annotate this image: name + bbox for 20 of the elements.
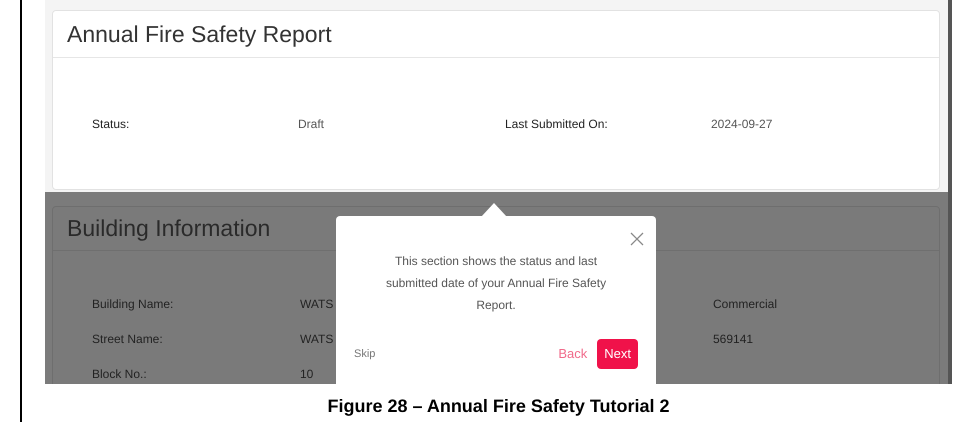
- close-icon[interactable]: [630, 232, 644, 246]
- field-label: Building Name:: [92, 296, 174, 313]
- field-value: Commercial: [713, 296, 778, 313]
- field-label: Street Name:: [92, 331, 164, 348]
- field-value: 569141: [713, 331, 754, 348]
- field-label: Status:: [92, 116, 130, 132]
- field-label: Block No.:: [92, 366, 148, 383]
- next-button[interactable]: Next: [597, 339, 638, 368]
- back-button[interactable]: Back: [558, 344, 588, 364]
- card-title: Building Information: [67, 214, 270, 244]
- field-value: WATS: [300, 297, 334, 311]
- field-value: WATS: [300, 332, 334, 346]
- field-value: Draft: [298, 116, 326, 132]
- card-title: Annual Fire Safety Report: [67, 20, 332, 49]
- field-value: 2024-09-27: [711, 116, 774, 132]
- tour-message: This section shows the status and last submitted date of your Annual Fire Safety Report.: [384, 253, 608, 314]
- skip-button[interactable]: Skip: [354, 346, 376, 362]
- field-value: 10: [300, 367, 314, 381]
- figure-caption: Figure 28 – Annual Fire Safety Tutorial 2: [326, 395, 671, 418]
- field-label: Last Submitted On:: [505, 116, 609, 132]
